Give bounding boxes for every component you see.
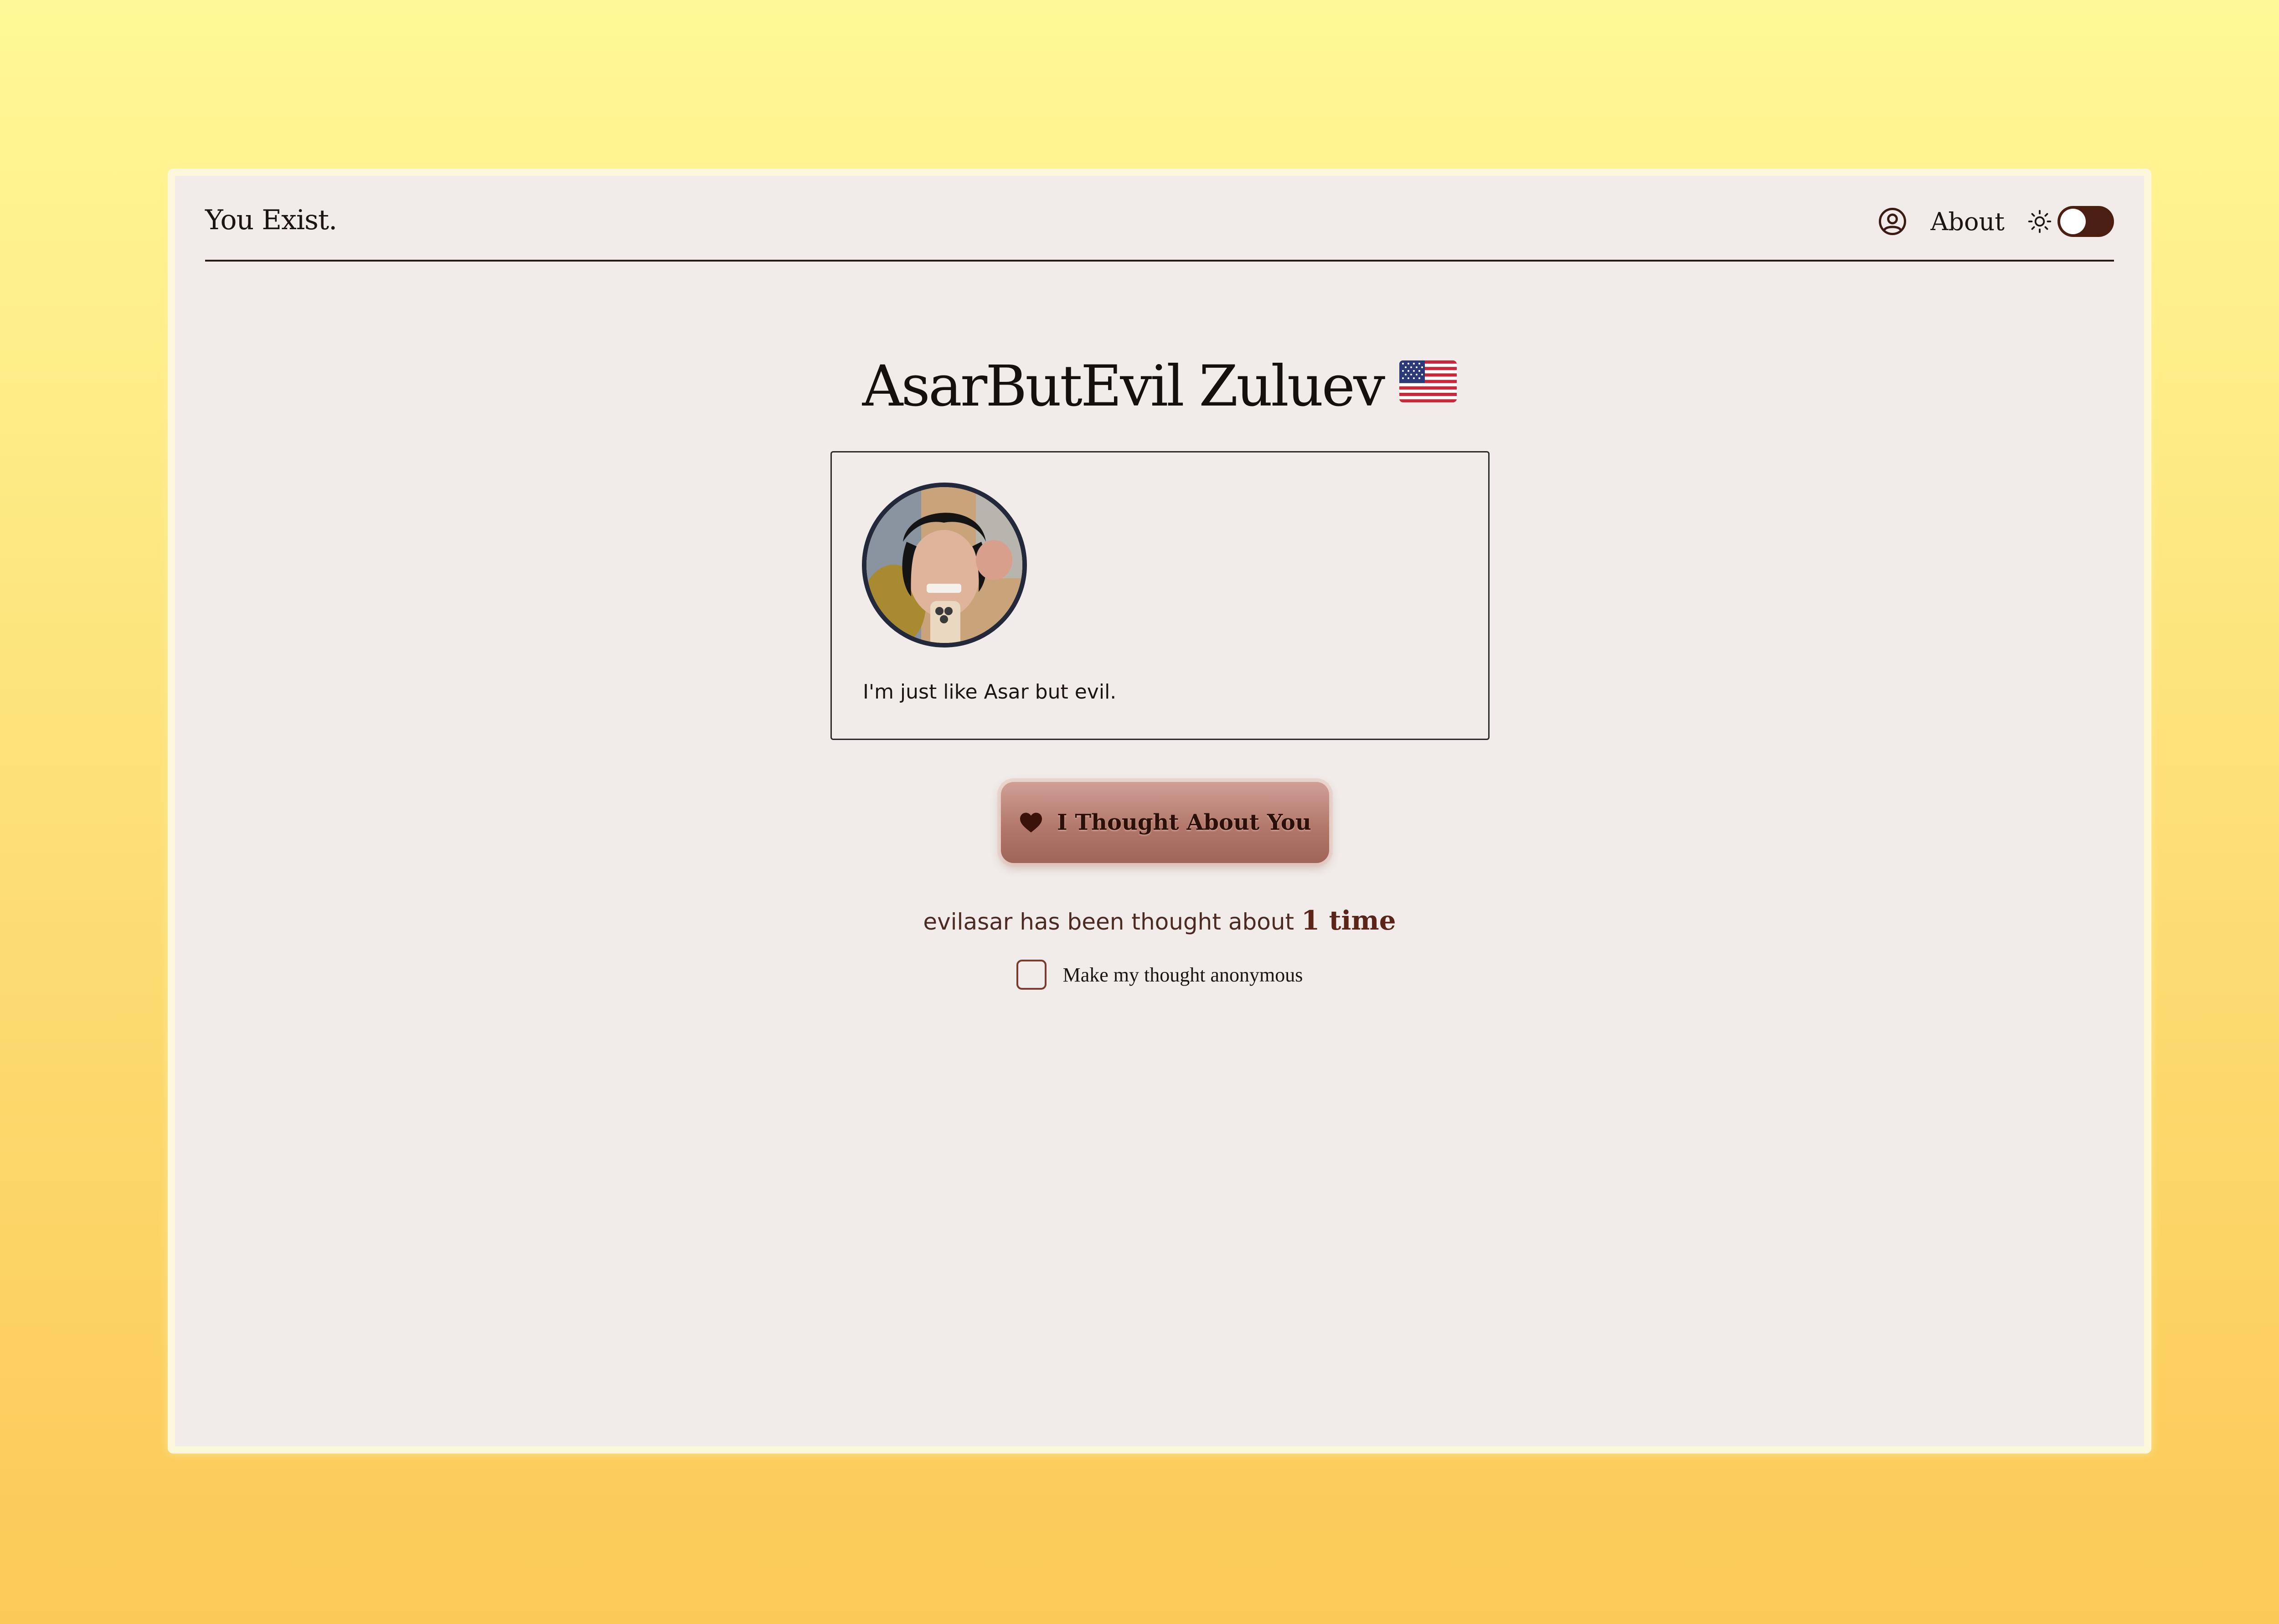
theme-toggle[interactable] [2057, 206, 2114, 237]
thought-count-value: 1 time [1301, 905, 1396, 936]
avatar [862, 483, 1027, 648]
nav-right: About [1876, 199, 2114, 244]
thought-button-label: I Thought About You [1057, 810, 1311, 835]
heart-icon [1019, 811, 1043, 834]
thought-button[interactable]: I Thought About You [1001, 782, 1329, 863]
profile-title-row: AsarButEvil Zuluev [175, 354, 2144, 419]
profile-icon[interactable] [1876, 205, 1909, 238]
profile-bio: I'm just like Asar but evil. [863, 680, 1117, 704]
profile-card: I'm just like Asar but evil. [830, 451, 1490, 740]
brand-logo[interactable]: You Exist. [205, 204, 337, 236]
anonymous-checkbox[interactable] [1016, 960, 1047, 990]
thought-count-line: evilasar has been thought about 1 time [175, 905, 2144, 936]
thought-count-prefix: evilasar has been thought about [923, 909, 1294, 935]
us-flag-icon [1399, 360, 1457, 404]
anonymous-label[interactable]: Make my thought anonymous [1063, 963, 1303, 987]
profile-name: AsarButEvil Zuluev [862, 354, 1385, 419]
anonymous-option: Make my thought anonymous [175, 960, 2144, 990]
top-nav: You Exist. About [205, 176, 2114, 262]
sun-icon [2026, 207, 2054, 236]
app-window: You Exist. About AsarButEvil Zuluev I'm … [168, 169, 2151, 1454]
about-link[interactable]: About [1930, 207, 2005, 236]
theme-toggle-knob [2060, 209, 2086, 234]
